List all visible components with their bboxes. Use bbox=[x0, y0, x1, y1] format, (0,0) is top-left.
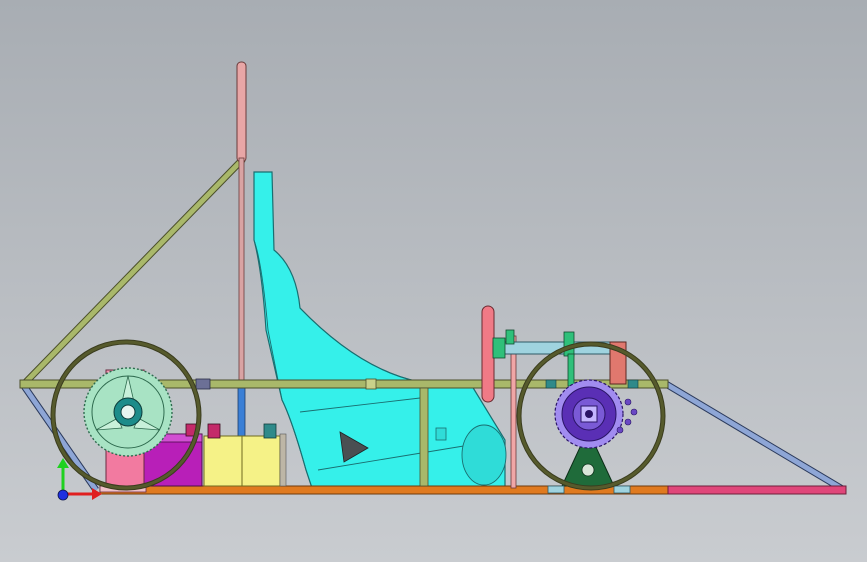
cad-viewport[interactable] bbox=[0, 0, 867, 562]
seat-shell bbox=[253, 171, 507, 489]
rear-sprocket bbox=[554, 379, 638, 449]
front-sprocket bbox=[83, 367, 173, 457]
vertical-mast bbox=[236, 61, 247, 487]
front-diagonal-brace bbox=[20, 156, 246, 388]
vehicle-assembly-side-view bbox=[19, 61, 847, 501]
rear-strut bbox=[664, 380, 846, 494]
base-rail bbox=[99, 485, 847, 495]
